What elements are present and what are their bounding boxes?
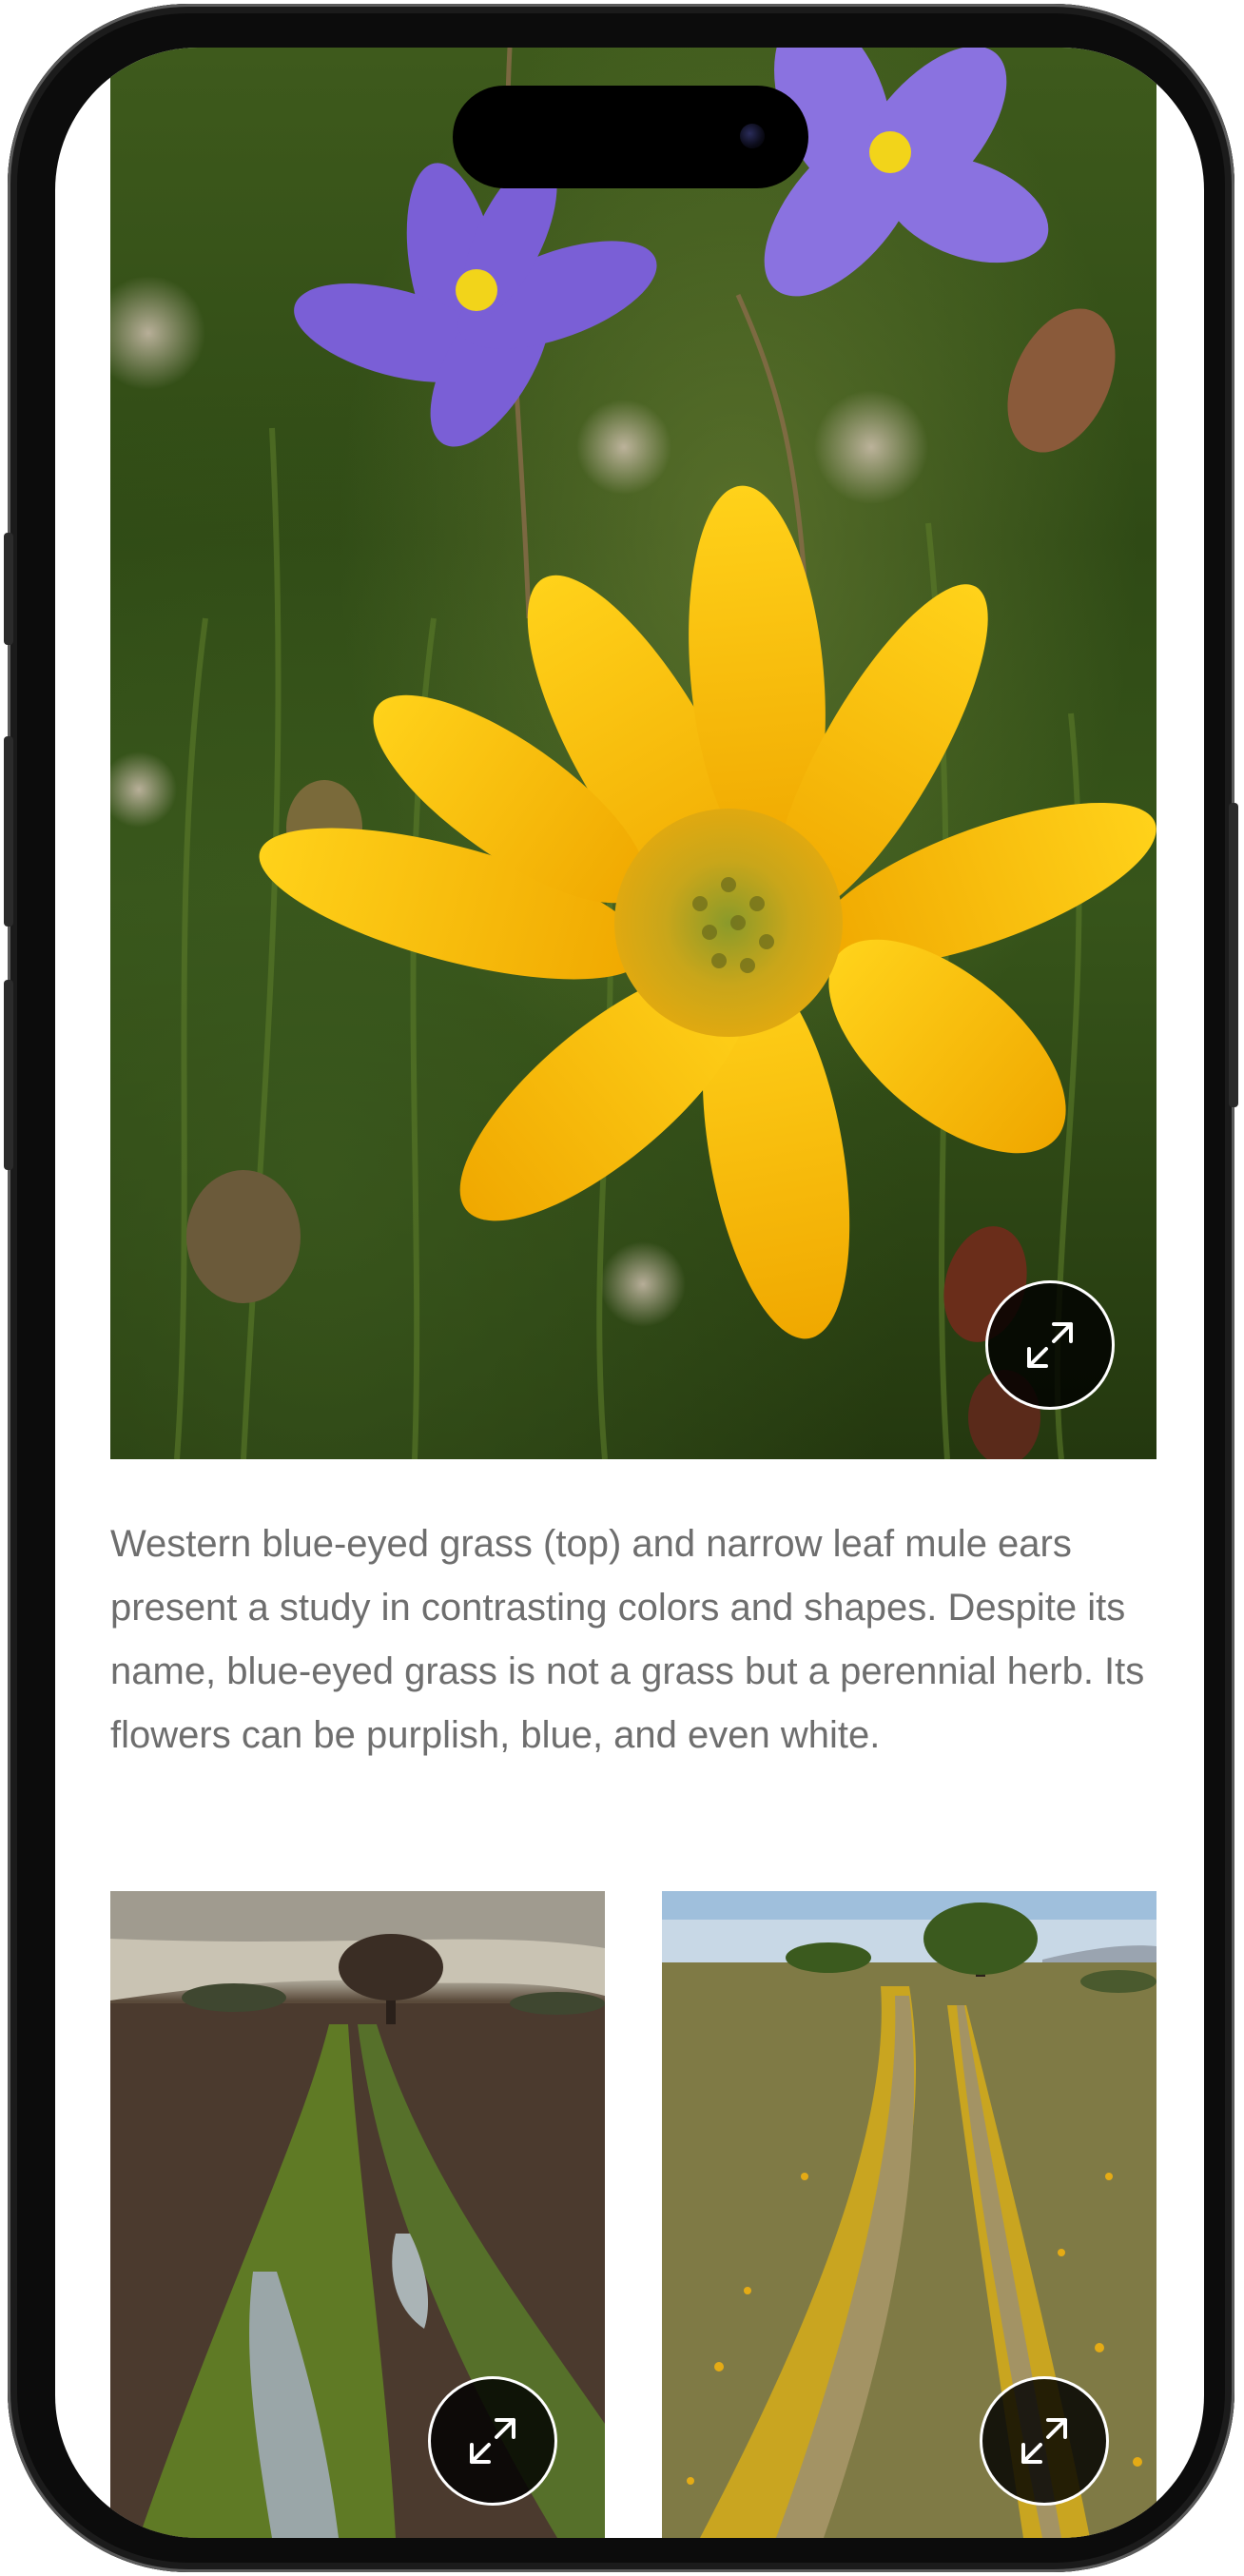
expand-arrows-icon [1021, 2418, 1067, 2464]
expand-gallery-photo-2-button[interactable] [980, 2376, 1109, 2506]
expand-arrows-icon [470, 2418, 515, 2464]
photo-caption: Western blue-eyed grass (top) and narrow… [110, 1523, 1145, 1756]
action-button [4, 533, 13, 645]
phone-frame: Western blue-eyed grass (top) and narrow… [4, 4, 1238, 2572]
expand-gallery-photo-1-button[interactable] [428, 2376, 557, 2506]
front-camera [740, 124, 765, 148]
dynamic-island [453, 86, 808, 188]
volume-up-button [4, 736, 13, 927]
volume-down-button [4, 980, 13, 1170]
gallery-photo-muddy-road[interactable] [110, 1891, 605, 2538]
hero-photo[interactable] [110, 48, 1157, 1459]
blue-eyed-grass-flower-right [764, 48, 1049, 297]
power-button [1229, 803, 1238, 1107]
expand-arrows-icon [1027, 1322, 1073, 1368]
expand-hero-button[interactable] [985, 1280, 1115, 1410]
gallery-photo-wildflower-road[interactable] [662, 1891, 1157, 2538]
hero-photo-illustration [110, 48, 1157, 1459]
screen: Western blue-eyed grass (top) and narrow… [55, 48, 1204, 2538]
